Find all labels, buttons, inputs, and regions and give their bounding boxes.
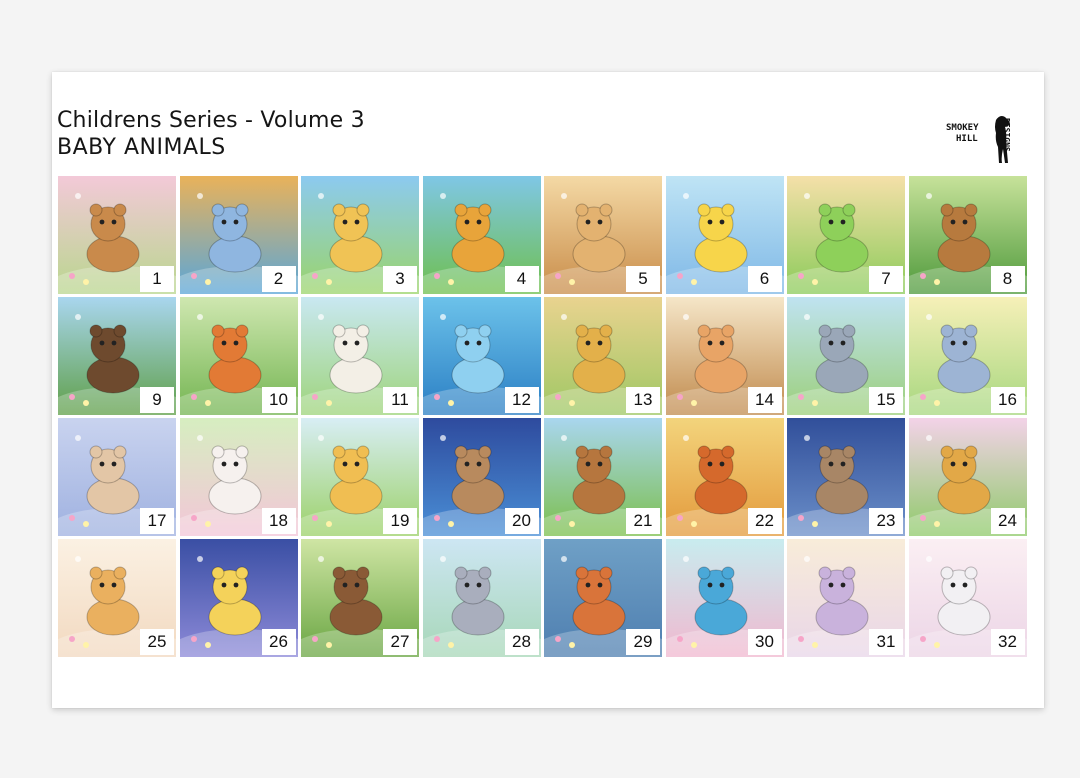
art-tile[interactable]: 2 — [179, 176, 298, 294]
tile-number: 18 — [261, 508, 296, 534]
tile-number: 23 — [869, 508, 903, 534]
art-tile[interactable]: 8 — [908, 176, 1027, 294]
tile-number: 20 — [504, 508, 539, 534]
print-grid: 1 2 3 4 5 6 7 8 9 10 11 12 13 14 15 16 17 18 19 20 21 22 23 24 2… — [58, 176, 1027, 657]
art-tile[interactable]: 23 — [787, 418, 905, 536]
series-title: Childrens Series - Volume 3 — [57, 108, 365, 133]
tile-number: 9 — [140, 387, 174, 413]
art-tile[interactable]: 9 — [58, 297, 176, 415]
tile-number: 27 — [383, 629, 417, 655]
tile-number: 32 — [990, 629, 1025, 655]
art-tile[interactable]: 3 — [301, 176, 419, 294]
logo-word-3: DESIGNS — [1002, 118, 1011, 152]
tile-number: 4 — [504, 266, 539, 292]
tile-number: 15 — [869, 387, 903, 413]
tile-number: 1 — [140, 266, 174, 292]
tile-number: 24 — [990, 508, 1025, 534]
art-tile[interactable]: 14 — [665, 297, 784, 415]
tile-number: 26 — [261, 629, 296, 655]
tile-number: 17 — [140, 508, 174, 534]
tile-number: 14 — [747, 387, 782, 413]
art-tile[interactable]: 29 — [544, 539, 662, 657]
tile-number: 7 — [869, 266, 903, 292]
art-tile[interactable]: 19 — [301, 418, 419, 536]
art-tile[interactable]: 5 — [544, 176, 662, 294]
art-tile[interactable]: 26 — [179, 539, 298, 657]
tile-number: 19 — [383, 508, 417, 534]
art-tile[interactable]: 28 — [422, 539, 541, 657]
collection-subtitle: BABY ANIMALS — [57, 135, 226, 160]
tile-number: 29 — [626, 629, 660, 655]
art-tile[interactable]: 1 — [58, 176, 176, 294]
art-tile[interactable]: 4 — [422, 176, 541, 294]
art-tile[interactable]: 11 — [301, 297, 419, 415]
logo-word-1: SMOKEY — [946, 123, 979, 133]
dog-silhouette-icon — [995, 116, 1010, 163]
tile-number: 13 — [626, 387, 660, 413]
brand-logo: SMOKEY HILL DESIGNS — [940, 112, 1024, 170]
art-tile[interactable]: 10 — [179, 297, 298, 415]
art-tile[interactable]: 17 — [58, 418, 176, 536]
art-tile[interactable]: 15 — [787, 297, 905, 415]
art-tile[interactable]: 30 — [665, 539, 784, 657]
tile-number: 5 — [626, 266, 660, 292]
tile-number: 28 — [504, 629, 539, 655]
art-tile[interactable]: 6 — [665, 176, 784, 294]
art-tile[interactable]: 7 — [787, 176, 905, 294]
art-tile[interactable]: 32 — [908, 539, 1027, 657]
tile-number: 10 — [261, 387, 296, 413]
tile-number: 11 — [383, 387, 417, 413]
art-tile[interactable]: 20 — [422, 418, 541, 536]
tile-number: 31 — [869, 629, 903, 655]
tile-number: 8 — [990, 266, 1025, 292]
tile-number: 22 — [747, 508, 782, 534]
tile-number: 3 — [383, 266, 417, 292]
art-tile[interactable]: 25 — [58, 539, 176, 657]
art-tile[interactable]: 12 — [422, 297, 541, 415]
tile-number: 2 — [261, 266, 296, 292]
art-tile[interactable]: 13 — [544, 297, 662, 415]
art-tile[interactable]: 18 — [179, 418, 298, 536]
tile-number: 30 — [747, 629, 782, 655]
tile-number: 25 — [140, 629, 174, 655]
art-tile[interactable]: 16 — [908, 297, 1027, 415]
art-tile[interactable]: 27 — [301, 539, 419, 657]
art-tile[interactable]: 22 — [665, 418, 784, 536]
art-tile[interactable]: 31 — [787, 539, 905, 657]
art-tile[interactable]: 24 — [908, 418, 1027, 536]
tile-number: 16 — [990, 387, 1025, 413]
tile-number: 12 — [504, 387, 539, 413]
art-tile[interactable]: 21 — [544, 418, 662, 536]
logo-word-2: HILL — [956, 134, 978, 144]
tile-number: 6 — [747, 266, 782, 292]
tile-number: 21 — [626, 508, 660, 534]
